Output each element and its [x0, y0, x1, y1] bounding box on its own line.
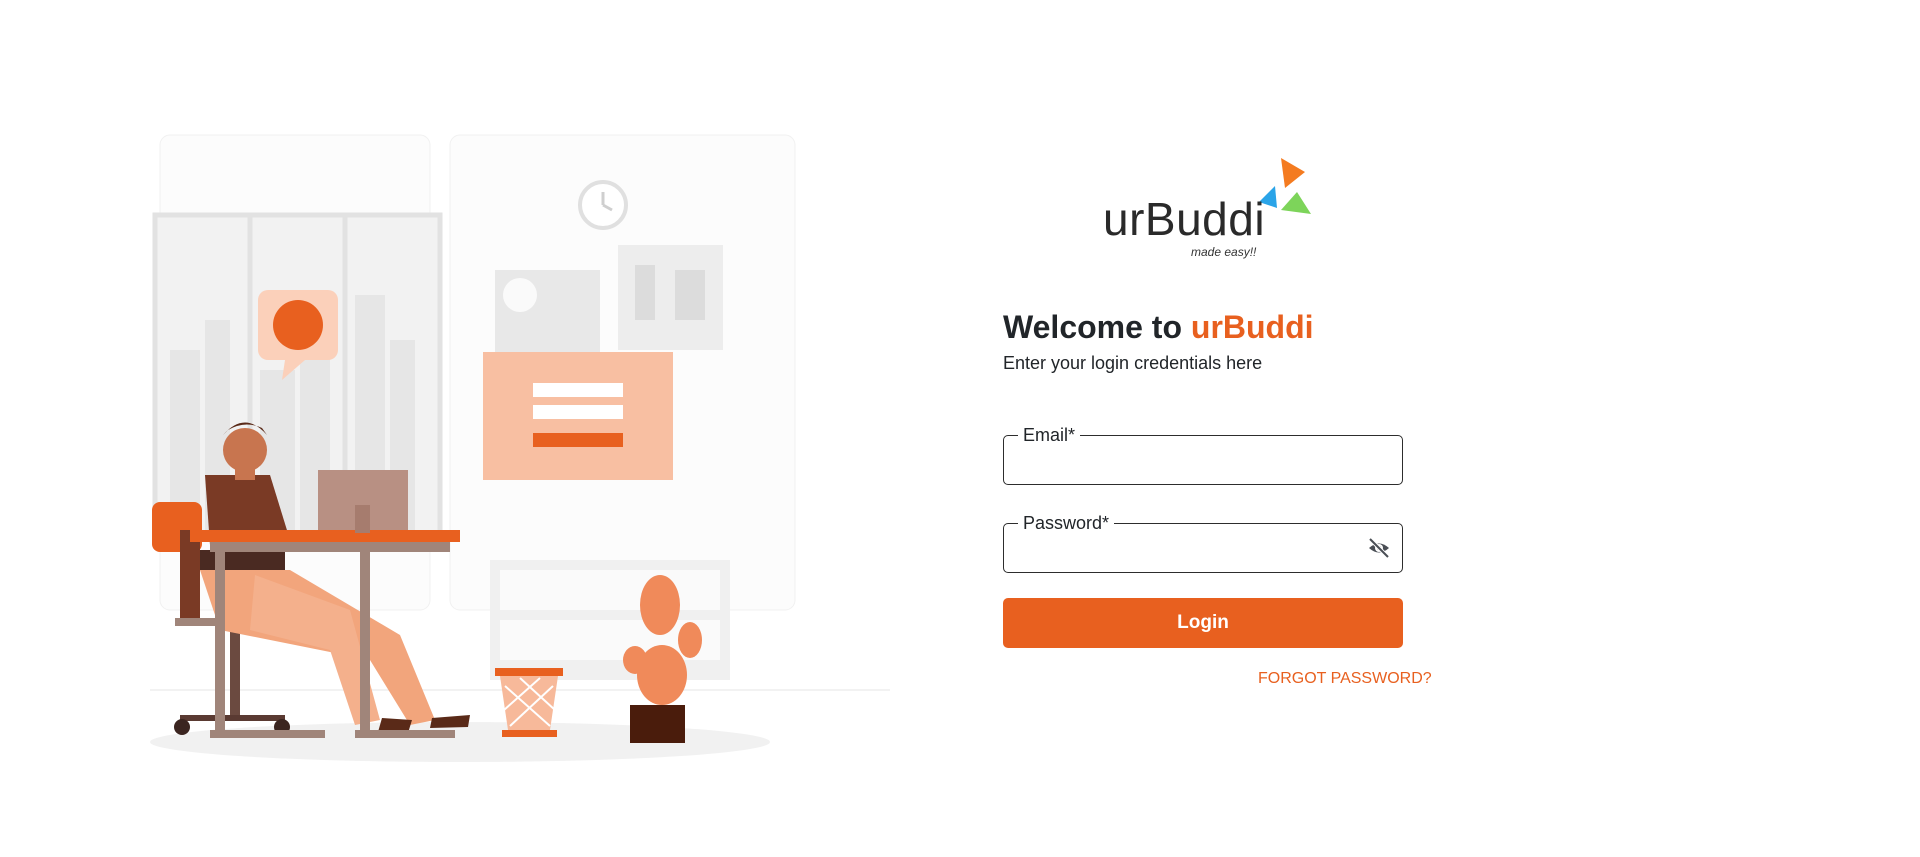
eye-slash-icon[interactable]	[1366, 536, 1392, 560]
password-input[interactable]	[1004, 524, 1402, 572]
login-subtitle: Enter your login credentials here	[1003, 353, 1263, 373]
logo-wordmark: urBuddi	[1103, 193, 1266, 245]
urbuddi-logo: urBuddi made easy!!	[1103, 150, 1323, 260]
email-input[interactable]	[1004, 436, 1402, 484]
forgot-password-link[interactable]: FORGOT PASSWORD?	[1258, 670, 1432, 688]
password-field: Password*	[1003, 513, 1403, 573]
logo-tagline: made easy!!	[1191, 245, 1257, 259]
office-illustration	[150, 134, 890, 762]
welcome-prefix: Welcome to	[1003, 309, 1191, 345]
welcome-brand: urBuddi	[1190, 309, 1314, 345]
login-button[interactable]: Login	[1003, 598, 1403, 648]
email-field: Email*	[1003, 425, 1403, 485]
welcome-heading: Welcome to urBuddi	[1003, 309, 1314, 345]
